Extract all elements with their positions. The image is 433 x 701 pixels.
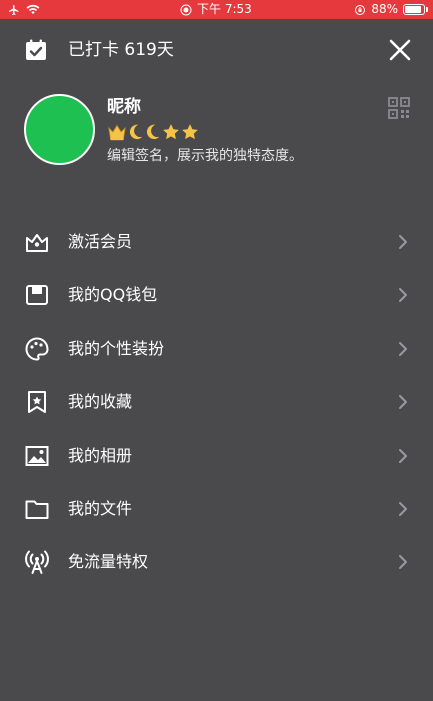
drawer-header: 已打卡 619天 <box>0 30 433 70</box>
status-right: 88% <box>354 0 428 19</box>
drawer-menu: 激活会员 我的QQ钱包 我的个性装扮 我的收藏 我的相册 我的文件 免流量特权 <box>0 216 433 590</box>
folder-icon <box>25 500 49 519</box>
menu-item-vip[interactable]: 激活会员 <box>0 216 433 269</box>
wifi-icon <box>26 4 40 15</box>
crown-badge-icon <box>108 124 126 141</box>
chevron-right-icon <box>399 395 407 410</box>
battery-icon <box>403 4 428 15</box>
menu-item-album[interactable]: 我的相册 <box>0 430 433 483</box>
menu-item-label: 我的相册 <box>68 445 133 465</box>
recording-icon <box>180 4 192 15</box>
menu-item-files[interactable]: 我的文件 <box>0 483 433 536</box>
menu-item-label: 激活会员 <box>68 232 133 251</box>
status-bar: 下午 7:53 88% <box>0 0 433 19</box>
profile-section: 昵称 编辑签名，展示我的独特态度。 <box>0 90 433 170</box>
signal-tower-icon <box>25 550 49 575</box>
album-icon <box>25 445 49 466</box>
vip-crown-icon <box>26 234 48 252</box>
close-icon[interactable] <box>386 36 414 64</box>
menu-item-free-data[interactable]: 免流量特权 <box>0 536 433 589</box>
checkin-days-text[interactable]: 已打卡 619天 <box>68 38 174 62</box>
chevron-right-icon <box>399 288 407 303</box>
star-badge-icon <box>163 124 179 140</box>
menu-item-personalize[interactable]: 我的个性装扮 <box>0 323 433 376</box>
menu-item-favorites[interactable]: 我的收藏 <box>0 376 433 429</box>
chevron-right-icon <box>399 448 407 463</box>
bookmark-icon <box>28 391 46 414</box>
calendar-check-icon[interactable] <box>24 38 48 62</box>
chevron-right-icon <box>399 501 407 516</box>
menu-item-label: 我的QQ钱包 <box>68 285 158 305</box>
orientation-lock-icon <box>355 4 366 15</box>
chevron-right-icon <box>399 555 407 570</box>
moon-badge-icon <box>129 124 143 140</box>
palette-icon <box>25 337 49 361</box>
menu-item-label: 我的收藏 <box>68 392 133 412</box>
moon-badge-icon <box>146 124 160 140</box>
menu-item-wallet[interactable]: 我的QQ钱包 <box>0 269 433 322</box>
qr-code-icon[interactable] <box>387 96 411 120</box>
status-time: 下午 7:53 <box>197 2 252 16</box>
wallet-icon <box>26 285 48 306</box>
nickname[interactable]: 昵称 <box>107 96 141 118</box>
signature-text[interactable]: 编辑签名，展示我的独特态度。 <box>107 146 303 166</box>
menu-item-label: 我的文件 <box>68 498 133 518</box>
airplane-icon <box>9 4 19 15</box>
chevron-right-icon <box>399 235 407 249</box>
status-center: 下午 7:53 <box>180 0 252 19</box>
menu-item-label: 我的个性装扮 <box>68 338 165 358</box>
status-left <box>8 0 40 19</box>
avatar[interactable] <box>24 94 95 165</box>
star-badge-icon <box>182 124 198 140</box>
chevron-right-icon <box>399 341 407 356</box>
battery-percent: 88% <box>371 2 398 16</box>
menu-item-label: 免流量特权 <box>68 552 149 572</box>
level-badges[interactable] <box>107 123 199 141</box>
